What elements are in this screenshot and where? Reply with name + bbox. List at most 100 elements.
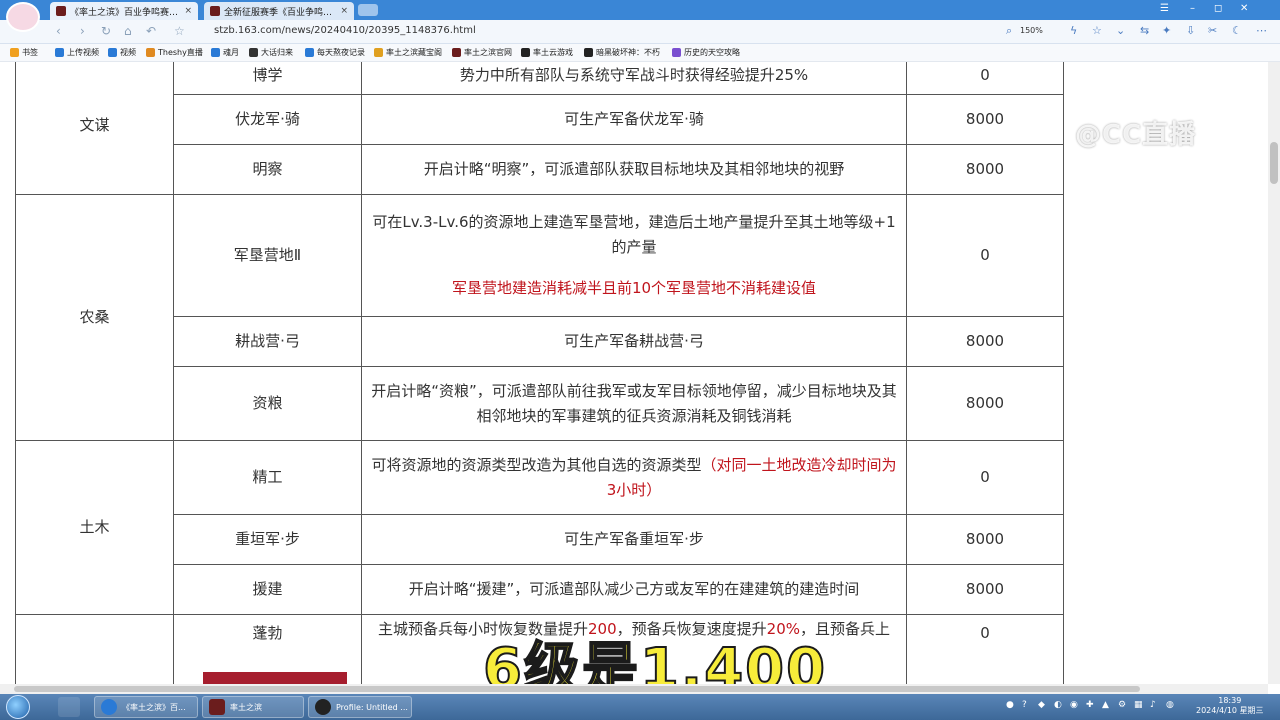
table-row: 援建 开启计略“援建”，可派遣部队减少己方或友军的在建建筑的建造时间 8000 [16, 564, 1064, 615]
table-row: 资粮 开启计略“资粮”，可派遣部队前往我军或友军目标领地停留，减少目标地块及其相… [16, 366, 1064, 441]
tech-name-cell: 耕战营·弓 [173, 316, 362, 367]
tab-label: 全新征服赛季《百业争鸣》赛季 [224, 7, 336, 18]
tech-desc-cell: 可生产军备重垣军·步 [361, 514, 907, 565]
scrollbar-thumb[interactable] [14, 686, 1140, 692]
bookmark-item[interactable]: 书签 [10, 47, 38, 58]
bookmark-item[interactable]: 暗黑破坏神：不朽 [584, 47, 660, 58]
bookmark-item[interactable]: 视频 [108, 47, 136, 58]
site-favicon-icon [521, 48, 530, 57]
tech-value-cell: 0 [906, 440, 1064, 515]
horizontal-scrollbar[interactable] [0, 684, 1268, 694]
browser-icon [101, 699, 117, 715]
site-favicon-icon [584, 48, 593, 57]
taskbar-app-game[interactable]: 率土之滨 [202, 696, 304, 718]
bookmark-item[interactable]: Theshy直播 [146, 47, 203, 58]
tools-icon[interactable]: ✂ [1208, 24, 1217, 37]
tray-icon[interactable]: ◍ [1166, 700, 1174, 710]
address-bar: ‹ › ↻ ⌂ ↶ ☆ stzb.163.com/news/20240410/2… [0, 20, 1280, 44]
tray-icon[interactable]: ✚ [1086, 700, 1094, 710]
table-row: 伏龙军·骑 可生产军备伏龙军·骑 8000 [16, 94, 1064, 145]
lightning-icon[interactable]: ϟ [1070, 24, 1077, 37]
network-icon[interactable]: ▦ [1134, 700, 1143, 710]
more-icon[interactable]: ⋯ [1256, 24, 1267, 37]
start-button[interactable] [6, 695, 30, 719]
tech-desc-cell: 开启计略“资粮”，可派遣部队前往我军或友军目标领地停留，减少目标地块及其相邻地块… [361, 366, 907, 441]
help-icon[interactable]: ? [1022, 700, 1027, 710]
tech-name-cell: 伏龙军·骑 [173, 94, 362, 145]
volume-icon[interactable]: ♪ [1150, 700, 1156, 710]
bookmark-item[interactable]: 率土之滨官网 [452, 47, 512, 58]
wechat-icon[interactable]: ◉ [1070, 700, 1078, 710]
zoom-level[interactable]: 150% [1020, 26, 1043, 35]
translate-icon[interactable]: ⇆ [1140, 24, 1149, 37]
table-row: 农桑 军垦营地Ⅱ 可在Lv.3-Lv.6的资源地上建造军垦营地，建造后土地产量提… [15, 194, 1064, 441]
tab-new-season[interactable]: 全新征服赛季《百业争鸣》赛季 × [204, 2, 354, 20]
tab-stzb-gameplay[interactable]: 《率土之滨》百业争鸣赛季玩法 × [50, 2, 198, 20]
tray-icon[interactable]: ▲ [1102, 700, 1109, 710]
tech-name-cell: 明察 [173, 144, 362, 195]
table-row: 文谋 博学 势力中所有部队与系统守军战斗时获得经验提升25% 0 [15, 62, 1064, 195]
stzb-favicon-icon [56, 6, 66, 16]
reload-icon[interactable]: ↻ [101, 24, 111, 38]
tech-desc-cell: 可在Lv.3-Lv.6的资源地上建造军垦营地，建造后土地产量提升至其土地等级+1… [361, 194, 907, 317]
new-tab-button[interactable] [358, 4, 378, 16]
tech-desc-cell: 可将资源地的资源类型改造为其他自选的资源类型（对同一土地改造冷却时间为3小时） [361, 440, 907, 515]
zoom-icon[interactable]: ⌕ [1006, 24, 1012, 38]
tray-icon[interactable]: ◆ [1038, 700, 1045, 710]
tech-name-cell: 资粮 [173, 366, 362, 441]
bookmark-item[interactable]: 魂月 [211, 47, 239, 58]
category-cell: 文谋 [15, 62, 174, 195]
page-content: 文谋 博学 势力中所有部队与系统守军战斗时获得经验提升25% 0 伏龙军·骑 可… [0, 62, 1268, 684]
minimize-icon[interactable]: – [1190, 3, 1195, 14]
site-favicon-icon [672, 48, 681, 57]
site-favicon-icon [211, 48, 220, 57]
tech-value-cell: 8000 [906, 366, 1064, 441]
user-avatar[interactable] [6, 2, 40, 32]
table-row: 土木 精工 可将资源地的资源类型改造为其他自选的资源类型（对同一土地改造冷却时间… [15, 440, 1064, 615]
tech-value-cell: 8000 [906, 316, 1064, 367]
bookmark-item[interactable]: 历史的天空攻略 [672, 47, 740, 58]
tech-name-cell: 援建 [173, 564, 362, 615]
tech-name-cell: 重垣军·步 [173, 514, 362, 565]
bookmark-item[interactable]: 上传视频 [55, 47, 99, 58]
bookmarks-bar: 书签 上传视频 视频 Theshy直播 魂月 大话归来 每天熬夜记录 率土之滨藏… [0, 44, 1280, 62]
close-icon[interactable]: × [340, 6, 348, 16]
stzb-favicon-icon [210, 6, 220, 16]
taskbar-app-browser[interactable]: 《率土之滨》百... [94, 696, 198, 718]
close-icon[interactable]: × [184, 6, 192, 16]
bookmark-star-icon[interactable]: ☆ [174, 24, 185, 38]
url-field[interactable]: stzb.163.com/news/20240410/20395_1148376… [214, 25, 476, 36]
site-favicon-icon [146, 48, 155, 57]
forward-icon[interactable]: › [80, 24, 85, 38]
tech-value-cell: 0 [906, 194, 1064, 317]
system-clock[interactable]: 18:39 2024/4/10 星期三 [1196, 696, 1264, 716]
close-window-icon[interactable]: ✕ [1240, 3, 1248, 14]
bookmark-item[interactable]: 每天熬夜记录 [305, 47, 365, 58]
back-icon[interactable]: ‹ [56, 24, 61, 38]
tech-name-cell: 军垦营地Ⅱ [173, 194, 362, 317]
home-icon[interactable]: ⌂ [124, 24, 132, 38]
tray-icon[interactable]: ● [1006, 700, 1014, 710]
bookmark-item[interactable]: 率土之滨藏宝阁 [374, 47, 442, 58]
taskbar-app-obs[interactable]: Profile: Untitled ... [308, 696, 412, 718]
browser-tab-strip: 《率土之滨》百业争鸣赛季玩法 × 全新征服赛季《百业争鸣》赛季 × ☰ – ◻ … [0, 0, 1280, 32]
tray-icon[interactable]: ◐ [1054, 700, 1062, 710]
download-icon[interactable]: ⇩ [1186, 24, 1195, 37]
night-mode-icon[interactable]: ☾ [1232, 24, 1242, 37]
bookmark-item[interactable]: 大话归来 [249, 47, 293, 58]
menu-icon[interactable]: ☰ [1160, 3, 1169, 14]
extension-icon[interactable]: ✦ [1162, 24, 1171, 37]
bookmark-item[interactable]: 率土云游戏 [521, 47, 573, 58]
tech-desc-text: 可将资源地的资源类型改造为其他自选的资源类型 [371, 455, 702, 474]
vertical-scrollbar[interactable] [1268, 62, 1280, 684]
tech-desc-cell: 开启计略“明察”，可派遣部队获取目标地块及其相邻地块的视野 [361, 144, 907, 195]
maximize-icon[interactable]: ◻ [1214, 3, 1222, 14]
favorite-icon[interactable]: ☆ [1092, 24, 1102, 37]
pinned-app-icon[interactable] [58, 697, 80, 717]
site-favicon-icon [249, 48, 258, 57]
tech-value-cell: 8000 [906, 94, 1064, 145]
dropdown-icon[interactable]: ⌄ [1116, 24, 1125, 37]
scrollbar-thumb[interactable] [1270, 142, 1278, 184]
undo-icon[interactable]: ↶ [146, 24, 156, 38]
tray-icon[interactable]: ⚙ [1118, 700, 1126, 710]
